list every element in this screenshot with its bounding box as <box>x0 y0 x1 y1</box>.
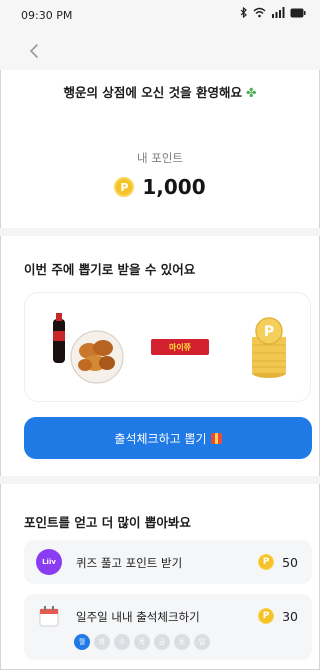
missions-title: 포인트를 얻고 더 많이 뽑아봐요 <box>24 515 191 530</box>
mission-label: 퀴즈 풀고 포인트 받기 <box>76 556 183 570</box>
point-coin-icon: P <box>114 177 135 197</box>
section-divider <box>0 476 320 484</box>
mission-points: P 50 <box>258 554 298 570</box>
coin-stack-image: P <box>252 317 286 378</box>
checkin-draw-button[interactable]: 출석체크하고 뽑기 <box>24 417 312 459</box>
wifi-icon <box>253 7 266 18</box>
day-fri: 금 <box>154 634 170 650</box>
mission-label: 일주일 내내 출석체크하기 <box>76 610 200 624</box>
day-tue: 화 <box>94 634 110 650</box>
status-icons <box>240 7 306 18</box>
points-display: P 1,000 <box>0 175 320 199</box>
signal-icon <box>272 7 285 18</box>
welcome-heading: 행운의 상점에 오신 것을 환영해요 ✤ <box>0 82 320 101</box>
battery-icon <box>290 8 306 17</box>
day-thu: 목 <box>134 634 150 650</box>
status-bar: 09:30 PM <box>0 0 320 32</box>
day-mon: 월 <box>74 634 90 650</box>
mission-weekly-checkin[interactable]: 일주일 내내 출석체크하기 P 30 월 화 수 목 금 토 일 <box>24 594 312 660</box>
status-time: 09:30 PM <box>21 9 73 22</box>
clover-icon: ✤ <box>245 85 257 100</box>
my-points-label: 내 포인트 <box>137 151 183 165</box>
mission-points: P 30 <box>258 608 298 624</box>
welcome-text: 행운의 상점에 오신 것을 환영해요 <box>63 85 242 100</box>
mission-quiz[interactable]: Liiv 퀴즈 풀고 포인트 받기 P 50 <box>24 540 312 584</box>
chevron-left-icon[interactable] <box>26 42 44 60</box>
liiv-icon: Liiv <box>36 549 62 575</box>
day-sun: 일 <box>194 634 210 650</box>
calendar-icon <box>39 606 59 627</box>
gift-icon <box>210 432 222 444</box>
checkin-draw-label: 출석체크하고 뽑기 <box>114 431 207 446</box>
points-value: 1,000 <box>142 175 206 199</box>
prizes-title: 이번 주에 뽑기로 받을 수 있어요 <box>24 262 196 277</box>
svg-text:P: P <box>264 324 274 340</box>
snack-bar-image: 마이쮸 <box>151 339 209 355</box>
day-sat: 토 <box>174 634 190 650</box>
point-coin-icon: P <box>258 608 275 624</box>
top-app-bar <box>0 32 320 70</box>
cola-chicken-image <box>53 313 124 384</box>
point-coin-icon: P <box>258 554 275 570</box>
bluetooth-icon <box>240 7 247 18</box>
section-divider <box>0 228 320 236</box>
prizes-card: 마이쮸 P <box>24 292 311 402</box>
day-wed: 수 <box>114 634 130 650</box>
weekday-progress: 월 화 수 목 금 토 일 <box>74 634 210 650</box>
